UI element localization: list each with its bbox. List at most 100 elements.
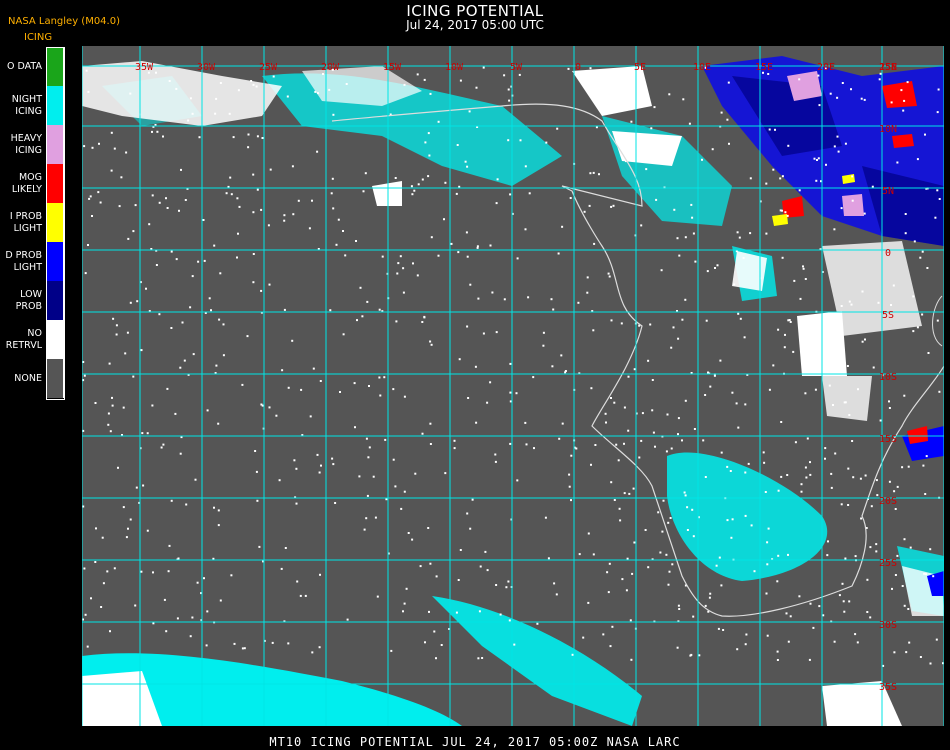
cloud-pixel xyxy=(203,259,206,262)
cloud-pixel xyxy=(311,199,313,202)
cloud-pixel xyxy=(260,403,263,406)
cloud-pixel xyxy=(901,585,904,587)
cloud-pixel xyxy=(670,138,673,141)
cloud-pixel xyxy=(673,208,676,211)
cloud-pixel xyxy=(667,521,670,524)
cloud-pixel xyxy=(825,163,827,166)
cloud-pixel xyxy=(410,185,413,188)
cloud-pixel xyxy=(109,430,112,433)
cloud-pixel xyxy=(368,385,370,387)
icing-map: 35W 30W 25W 20W 15W 10W 5W 0 5E 10E 15E 20E 25E 15N1… xyxy=(82,46,944,726)
cloud-pixel xyxy=(863,98,866,101)
cloud-pixel xyxy=(739,317,742,320)
cloud-pixel xyxy=(197,260,200,263)
cloud-pixel xyxy=(602,633,605,636)
cloud-pixel xyxy=(628,75,631,78)
cloud-pixel xyxy=(272,75,275,78)
cloud-pixel xyxy=(841,582,844,585)
cloud-pixel xyxy=(708,596,711,599)
cloud-pixel xyxy=(256,188,259,191)
latitude-label: 30S xyxy=(879,620,897,631)
cloud-pixel xyxy=(118,205,121,208)
cloud-pixel xyxy=(786,214,789,217)
cloud-pixel xyxy=(383,376,386,379)
cloud-pixel xyxy=(903,538,906,541)
cloud-pixel xyxy=(785,612,788,615)
cloud-pixel xyxy=(872,366,875,369)
cloud-pixel xyxy=(437,254,440,257)
cloud-pixel xyxy=(433,630,436,633)
cloud-pixel xyxy=(165,197,167,200)
cloud-pixel xyxy=(932,575,935,578)
cloud-pixel xyxy=(647,566,650,569)
cloud-pixel xyxy=(372,475,375,478)
cloud-pixel xyxy=(247,133,250,136)
cloud-pixel xyxy=(134,204,137,207)
cloud-pixel xyxy=(527,296,530,299)
cloud-pixel xyxy=(113,567,116,570)
cloud-pixel xyxy=(509,193,512,196)
legend-label: NONE xyxy=(14,372,42,384)
cloud-pixel xyxy=(767,527,770,530)
cloud-pixel xyxy=(735,402,738,405)
cloud-pixel xyxy=(632,487,635,490)
cloud-pixel xyxy=(427,527,430,529)
cloud-pixel xyxy=(328,88,331,91)
cloud-pixel xyxy=(555,593,558,596)
cloud-pixel xyxy=(495,202,498,205)
cloud-pixel xyxy=(626,557,629,560)
cloud-pixel xyxy=(180,168,182,171)
cloud-pixel xyxy=(781,175,784,178)
cloud-pixel xyxy=(668,570,671,573)
cloud-pixel xyxy=(776,580,779,583)
cloud-pixel xyxy=(894,508,897,510)
cloud-pixel xyxy=(670,346,673,349)
cloud-pixel xyxy=(552,308,555,311)
cloud-pixel xyxy=(672,326,675,329)
cloud-pixel xyxy=(789,321,792,323)
cloud-pixel xyxy=(777,489,780,492)
cloud-pixel xyxy=(155,71,157,74)
cloud-pixel xyxy=(691,508,694,511)
cloud-pixel xyxy=(428,154,431,157)
cloud-pixel xyxy=(356,319,358,322)
cloud-pixel xyxy=(903,394,906,397)
cloud-pixel xyxy=(617,459,620,462)
cloud-pixel xyxy=(836,135,839,138)
legend-label: D PROB LIGHT xyxy=(5,249,42,273)
cloud-pixel xyxy=(364,172,367,175)
cloud-pixel xyxy=(925,455,928,458)
cloud-pixel xyxy=(613,499,616,501)
cloud-pixel xyxy=(719,359,722,362)
cloud-pixel xyxy=(405,587,408,590)
cloud-pixel xyxy=(592,329,595,332)
legend-label: HEAVY ICING xyxy=(10,132,42,156)
cloud-pixel xyxy=(612,204,615,207)
cloud-pixel xyxy=(444,472,447,475)
cloud-pixel xyxy=(620,75,623,78)
cloud-pixel xyxy=(879,419,882,422)
legend-swatch xyxy=(46,242,64,281)
cloud-pixel xyxy=(904,213,907,215)
cloud-pixel xyxy=(903,604,906,607)
cloud-pixel xyxy=(817,74,820,77)
cloud-pixel xyxy=(168,80,171,82)
cloud-pixel xyxy=(726,519,729,522)
cloud-pixel xyxy=(296,580,299,583)
cloud-pixel xyxy=(728,142,730,145)
cloud-pixel xyxy=(814,388,817,391)
cloud-pixel xyxy=(854,555,857,558)
cloud-pixel xyxy=(281,369,284,372)
cloud-pixel xyxy=(170,327,173,329)
cloud-pixel xyxy=(830,331,833,334)
cloud-pixel xyxy=(155,264,158,266)
cloud-pixel xyxy=(413,189,416,192)
cloud-pixel xyxy=(749,232,752,235)
cloud-pixel xyxy=(392,458,395,461)
cloud-pixel xyxy=(731,391,734,394)
cloud-pixel xyxy=(477,297,480,300)
cloud-pixel xyxy=(654,445,656,448)
cloud-pixel xyxy=(237,89,240,92)
legend-swatch xyxy=(46,86,64,125)
cloud-pixel xyxy=(804,466,807,469)
